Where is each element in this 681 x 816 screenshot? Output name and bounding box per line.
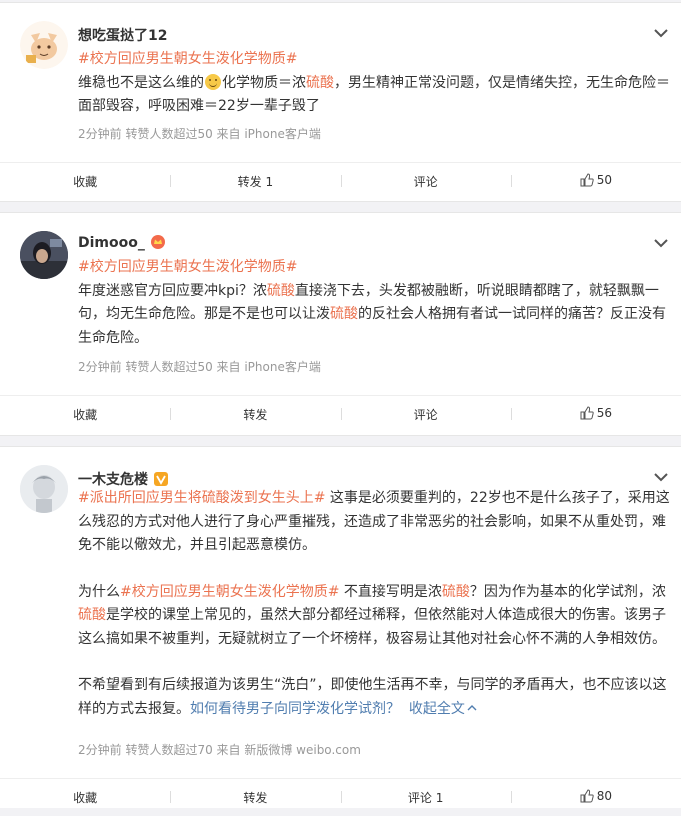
topic-link[interactable]: #校方回应男生朝女生泼化学物质#	[78, 51, 297, 67]
thumbs-up-icon	[580, 173, 594, 187]
keyword-link[interactable]: 硫酸	[267, 283, 295, 299]
post-meta: 2分钟前 转赞人数超过70 来自 新版微博 weibo.com	[78, 743, 361, 757]
post-meta: 2分钟前 转赞人数超过50 来自 iPhone客户端	[78, 360, 321, 374]
text-segment: 不直接写明是浓	[339, 583, 442, 600]
keyword-link[interactable]: 硫酸	[330, 306, 358, 322]
keyword-link[interactable]: 硫酸	[306, 75, 334, 91]
post-text: #校方回应男生朝女生泼化学物质# 年度迷惑官方回应要冲kpi？浓硫酸直接浇下去，…	[78, 256, 673, 350]
like-button[interactable]: 56	[510, 406, 681, 423]
like-count: 80	[596, 789, 613, 803]
collect-button[interactable]: 收藏	[0, 173, 170, 190]
collect-button[interactable]: 收藏	[0, 789, 170, 806]
post-text: #派出所回应男生将硫酸泼到女生头上# 这事是必须要重判的，22岁也不是什么孩子了…	[78, 487, 673, 721]
text-segment: 维稳也不是这么维的	[78, 74, 204, 91]
collect-button[interactable]: 收藏	[0, 406, 170, 423]
chevron-up-icon	[467, 704, 477, 710]
text-segment: 年度迷惑官方回应要冲kpi？浓	[78, 282, 267, 299]
post-card: Dimooo_ #校方回应男生朝女生泼化学物质# 年度迷惑官方回应要冲kpi？浓…	[0, 212, 681, 436]
question-link[interactable]: 如何看待男子向同学泼化学试剂？	[190, 701, 400, 717]
like-count: 50	[596, 173, 613, 187]
username[interactable]: 想吃蛋挞了12	[78, 25, 167, 45]
repost-button[interactable]: 转发	[170, 789, 340, 806]
keyword-link[interactable]: 硫酸	[78, 607, 106, 623]
collapse-text-button[interactable]: 收起全文	[409, 701, 477, 717]
username-row: Dimooo_	[78, 235, 165, 253]
action-bar: 收藏 转发 1 评论 50	[0, 162, 681, 200]
repost-button[interactable]: 转发 1	[170, 173, 340, 190]
like-button[interactable]: 80	[510, 789, 681, 806]
post-card: 一木支危楼 #派出所回应男生将硫酸泼到女生头上# 这事是必须要重判的，22岁也不…	[0, 446, 681, 808]
like-button[interactable]: 50	[510, 173, 681, 190]
chevron-down-icon[interactable]	[653, 25, 669, 41]
username[interactable]: 一木支危楼	[78, 472, 148, 488]
avatar[interactable]	[20, 21, 68, 69]
topic-link[interactable]: #校方回应男生朝女生泼化学物质#	[78, 259, 297, 275]
text-segment: 为什么	[78, 583, 120, 600]
text-segment: ？因为作为基本的化学试剂，浓	[469, 583, 666, 600]
text-segment: 是学校的课堂上常见的，虽然大部分都经过稀释，但依然能对人体造成很大的伤害。该男子…	[78, 607, 666, 647]
action-bar: 收藏 转发 评论 1 80	[0, 778, 681, 816]
comment-button[interactable]: 评论	[340, 173, 511, 190]
crown-badge-icon	[150, 235, 165, 253]
chevron-down-icon[interactable]	[653, 235, 669, 251]
topic-segment: 硫酸	[201, 490, 230, 506]
text-segment: 化学物质＝浓	[222, 74, 306, 91]
topic-link[interactable]: #派出所回应男生将硫酸泼到女生头上#	[78, 490, 325, 506]
like-count: 56	[596, 406, 613, 420]
collapse-label: 收起全文	[408, 700, 465, 717]
repost-button[interactable]: 转发	[170, 406, 340, 423]
paragraph: #派出所回应男生将硫酸泼到女生头上# 这事是必须要重判的，22岁也不是什么孩子了…	[78, 487, 673, 558]
keyword-link[interactable]: 硫酸	[442, 584, 470, 600]
post-text: #校方回应男生朝女生泼化学物质# 维稳也不是这么维的 化学物质＝浓硫酸，男生精神正…	[78, 48, 673, 119]
avatar[interactable]	[20, 231, 68, 279]
action-bar: 收藏 转发 评论 56	[0, 395, 681, 433]
avatar[interactable]	[20, 465, 68, 513]
thumbs-up-icon	[580, 789, 594, 803]
username[interactable]: Dimooo_	[78, 235, 145, 251]
post-card: 想吃蛋挞了12 #校方回应男生朝女生泼化学物质# 维稳也不是这么维的 化学物质＝浓…	[0, 2, 681, 202]
thumbs-up-icon	[580, 406, 594, 420]
paragraph: 不希望看到有后续报道为该男生“洗白”，即使他生活再不幸，与同学的矛盾再大，也不应…	[78, 674, 673, 721]
post-meta: 2分钟前 转赞人数超过50 来自 iPhone客户端	[78, 127, 321, 141]
comment-button[interactable]: 评论	[340, 406, 511, 423]
smile-emoji-icon	[205, 73, 221, 90]
topic-segment: 泼到女生头上#	[229, 490, 326, 506]
topic-segment: #派出所回应男生将	[78, 490, 202, 506]
paragraph: 为什么#校方回应男生朝女生泼化学物质# 不直接写明是浓硫酸？因为作为基本的化学试…	[78, 581, 673, 652]
comment-button[interactable]: 评论 1	[340, 789, 511, 806]
chevron-down-icon[interactable]	[653, 469, 669, 485]
topic-link[interactable]: #校方回应男生朝女生泼化学物质#	[120, 584, 339, 600]
